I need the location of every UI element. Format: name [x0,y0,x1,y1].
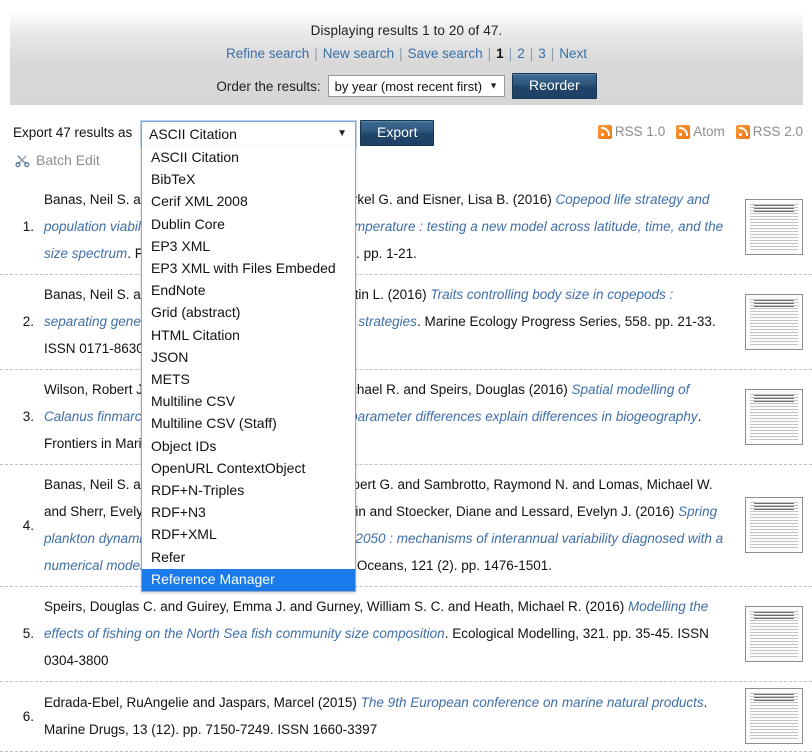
result-thumbnail[interactable] [745,388,803,445]
next-page-link[interactable]: Next [559,46,587,61]
scissors-icon [15,153,30,168]
batch-edit-label: Batch Edit [36,152,100,168]
result-authors: Edrada-Ebel, RuAngelie and Jaspars, Marc… [44,695,361,710]
result-citation: Edrada-Ebel, RuAngelie and Jaspars, Marc… [44,689,745,743]
result-row: 6. Edrada-Ebel, RuAngelie and Jaspars, Ma… [0,682,812,752]
chevron-down-icon: ▼ [337,128,347,139]
search-navigation-bar: Refine search | New search | Save search | 1 | 2… [10,38,803,61]
chevron-down-icon: ▼ [489,80,499,91]
format-option[interactable]: HTML Citation [142,325,355,347]
page-3-link[interactable]: 3 [538,46,546,61]
rss-icon [597,124,612,139]
batch-edit-button[interactable]: Batch Edit [15,152,100,168]
result-publication: Marine Drugs, 13 (12). pp. 7150-7249. IS… [44,722,378,737]
format-option[interactable]: Multiline CSV [142,391,355,413]
rss-2-0-link[interactable]: RSS 2.0 [735,124,803,139]
result-authors: Speirs, Douglas C. and Guirey, Emma J. a… [44,599,628,614]
format-option[interactable]: Refer [142,547,355,569]
format-option[interactable]: Cerif XML 2008 [142,191,355,213]
atom-label: Atom [693,124,725,139]
rss-icon [735,124,750,139]
format-option[interactable]: EndNote [142,280,355,302]
result-row: 3.Wilson, Robert J. and Banas, Neil S. a… [0,370,812,465]
format-option[interactable]: Reference Manager [142,568,355,592]
result-thumbnail[interactable] [745,497,803,553]
result-title-link[interactable]: The 9th European conference on marine na… [361,695,704,710]
nav-separator: | [487,46,492,61]
export-button[interactable]: Export [360,120,435,147]
thumbnail-heading-lines [754,503,794,510]
reorder-button[interactable]: Reorder [512,73,597,100]
export-format-select[interactable]: ASCII Citation ▼ [140,120,357,148]
new-search-link[interactable]: New search [323,46,394,61]
format-option[interactable]: METS [142,369,355,391]
result-index: 2. [22,314,34,329]
format-option[interactable]: Multiline CSV (Staff) [142,413,355,435]
format-option[interactable]: RDF+N3 [142,502,355,524]
displaying-results-text: Displaying results 1 to 20 of 47. [310,23,503,38]
thumbnail-heading-lines [754,611,794,619]
result-thumbnail[interactable] [745,293,803,350]
result-row: 2.Banas, Neil S. and Møller, Eva Friis a… [0,275,812,370]
export-format-options-list[interactable]: ASCII Citation BibTeX Cerif XML 2008 Dublin… [141,146,356,593]
result-title-trailing: . [127,246,135,261]
nav-separator: | [550,46,555,61]
nav-separator: | [508,46,513,61]
save-search-link[interactable]: Save search [408,46,483,61]
rss-1-0-label: RSS 1.0 [614,124,666,139]
thumbnail-heading-lines [754,204,794,212]
order-results-selected-value: by year (most recent first) [334,78,483,94]
nav-separator: | [399,46,403,61]
format-option[interactable]: Object IDs [142,436,355,458]
format-option[interactable]: BibTeX [142,169,355,191]
page-2-link[interactable]: 2 [517,46,525,61]
format-option[interactable]: RDF+N-Triples [142,480,355,502]
result-index: 5. [22,626,34,641]
result-thumbnail[interactable] [745,198,803,255]
result-index: 6. [22,708,34,724]
result-row: 4. Banas, Neil S. and Zhang, Jinlun and C… [0,465,812,587]
page-1-current: 1 [496,46,504,61]
export-results-label: Export 47 results as [13,125,133,140]
refine-search-link[interactable]: Refine search [226,46,309,61]
atom-link[interactable]: Atom [676,124,725,139]
thumbnail-heading-lines [754,299,794,307]
result-row: 5. Speirs, Douglas C. and Guirey, Emma J.… [0,587,812,682]
format-option[interactable]: Grid (abstract) [142,302,355,324]
rss-icon [676,124,691,139]
format-option[interactable]: EP3 XML with Files Embeded [142,258,355,280]
result-title-trailing: . [697,409,702,424]
nav-separator: | [529,46,534,61]
export-format-selected-value: ASCII Citation [149,126,237,142]
result-index: 4. [22,517,34,533]
nav-separator: | [314,46,318,61]
format-option[interactable]: OpenURL ContextObject [142,458,355,480]
result-row: 1.Banas, Neil S. and Møller, Eva Friis a… [0,180,812,275]
format-option[interactable]: JSON [142,347,355,369]
result-citation: Speirs, Douglas C. and Guirey, Emma J. a… [44,593,745,674]
results-header-panel: Displaying results 1 to 20 of 47. Refine… [10,10,803,105]
result-index: 3. [22,409,34,424]
rss-2-0-label: RSS 2.0 [752,124,803,139]
order-results-label: Order the results: [216,78,321,94]
format-option[interactable]: Dublin Core [142,214,355,236]
format-option[interactable]: ASCII Citation [142,147,355,169]
feed-links-group: RSS 1.0 Atom RSS 2.0 [597,124,803,139]
result-title-trailing: . [703,695,708,710]
rss-1-0-link[interactable]: RSS 1.0 [597,124,666,139]
result-thumbnail[interactable] [745,605,803,662]
result-thumbnail[interactable] [745,688,803,744]
search-results-list: 1.Banas, Neil S. and Møller, Eva Friis a… [0,180,812,752]
order-results-row: Order the results: by year (most recent … [10,61,803,100]
format-option[interactable]: EP3 XML [142,236,355,258]
order-results-select[interactable]: by year (most recent first) ▼ [327,75,506,98]
thumbnail-heading-lines [754,394,794,402]
result-index: 1. [22,219,34,234]
format-option[interactable]: RDF+XML [142,524,355,546]
